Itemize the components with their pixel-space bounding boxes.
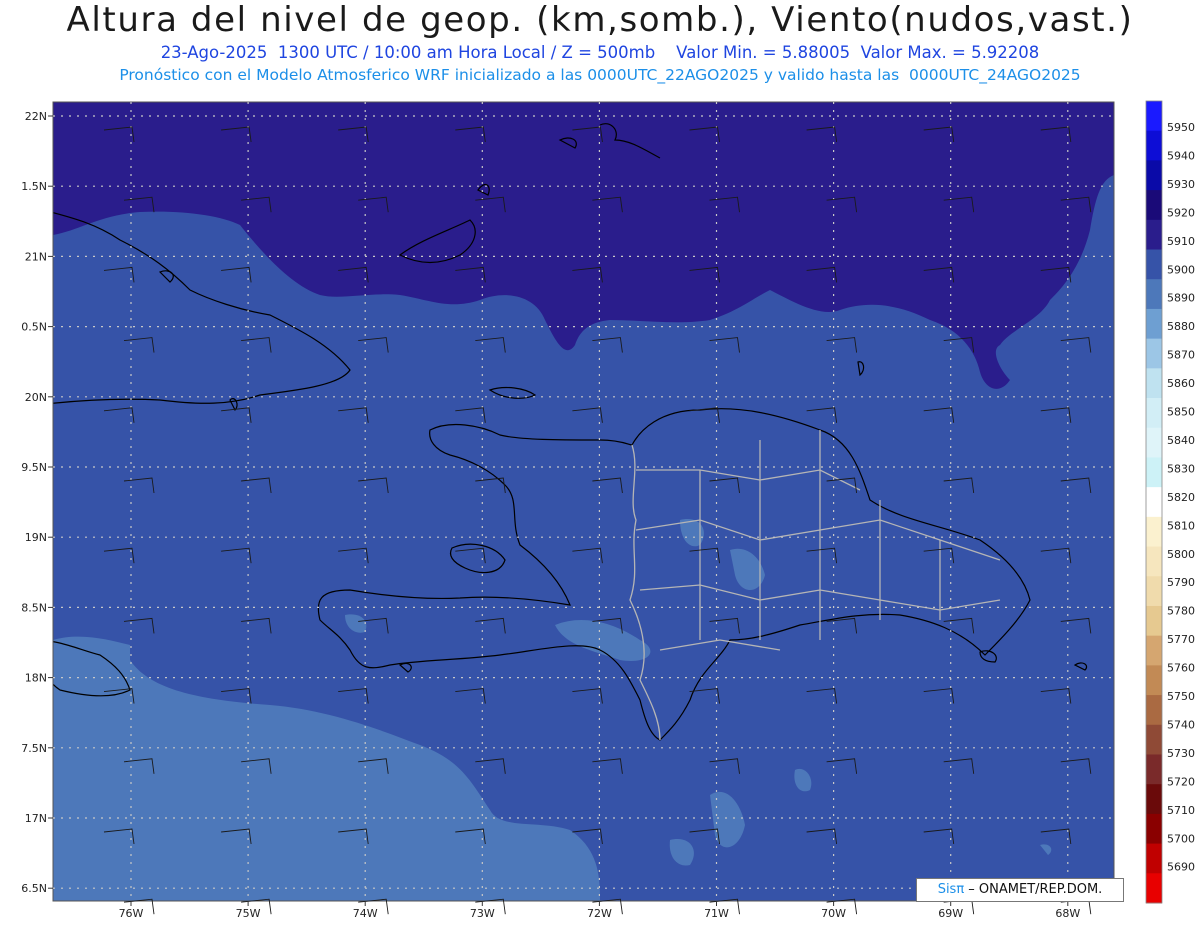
- lon-label: 74W: [353, 907, 378, 920]
- latitude-labels: 22N 1.5N 21N 0.5N 20N 9.5N 19N 8.5N 18N 7.5N 17N 6.…: [21, 110, 53, 895]
- colorbar-label: 5870: [1167, 349, 1195, 362]
- colorbar-swatch: [1146, 427, 1162, 458]
- colorbar-swatch: [1146, 873, 1162, 904]
- lat-label: 8.5N: [21, 601, 47, 614]
- geopotential-fill: [53, 102, 1114, 901]
- colorbar-swatch: [1146, 249, 1162, 280]
- colorbar-label: 5880: [1167, 320, 1195, 333]
- colorbar-label: 5700: [1167, 832, 1195, 845]
- colorbar-label: 5820: [1167, 491, 1195, 504]
- colorbar-swatch: [1146, 546, 1162, 577]
- colorbar-swatch: [1146, 219, 1162, 251]
- colorbar-label: 5730: [1167, 747, 1195, 760]
- lat-label: 21N: [25, 250, 47, 263]
- colorbar-label: 5740: [1167, 718, 1195, 731]
- colorbar-label: 5780: [1167, 605, 1195, 618]
- colorbar-swatch: [1146, 398, 1162, 429]
- colorbar-label: 5770: [1167, 633, 1195, 646]
- colorbar-label: 5850: [1167, 406, 1195, 419]
- credit-text: – ONAMET/REP.DOM.: [964, 882, 1103, 897]
- lon-label: 72W: [587, 907, 612, 920]
- lon-label: 75W: [236, 907, 261, 920]
- lat-label: 9.5N: [21, 461, 47, 474]
- colorbar-swatch: [1146, 516, 1162, 548]
- colorbar-swatch: [1146, 101, 1162, 132]
- lat-label: 1.5N: [21, 180, 47, 193]
- colorbar-label: 5810: [1167, 519, 1195, 532]
- forecast-map: 22N 1.5N 21N 0.5N 20N 9.5N 19N 8.5N 18N 7.5N 17N 6.…: [21, 100, 1195, 920]
- lat-label: 7.5N: [21, 742, 47, 755]
- colorbar-swatch: [1146, 813, 1162, 845]
- colorbar-label: 5750: [1167, 690, 1195, 703]
- credit-box: Sisπ – ONAMET/REP.DOM.: [916, 878, 1124, 902]
- lon-label: 70W: [821, 907, 846, 920]
- colorbar-label: 5800: [1167, 548, 1195, 561]
- colorbar-swatch: [1146, 784, 1162, 815]
- colorbar-swatch: [1146, 695, 1162, 726]
- lat-label: 0.5N: [21, 321, 47, 334]
- colorbar-label: 5920: [1167, 206, 1195, 219]
- colorbar-swatch: [1146, 635, 1162, 666]
- colorbar-label: 5710: [1167, 804, 1195, 817]
- colorbar-label: 5720: [1167, 775, 1195, 788]
- lon-label: 73W: [470, 907, 495, 920]
- lat-label: 6.5N: [21, 882, 47, 895]
- colorbar-label: 5830: [1167, 462, 1195, 475]
- lat-label: 22N: [25, 110, 47, 123]
- colorbar-label: 5950: [1167, 121, 1195, 134]
- lon-label: 68W: [1055, 907, 1080, 920]
- colorbar-swatch: [1146, 605, 1162, 637]
- colorbar-label: 5910: [1167, 235, 1195, 248]
- lat-label: 19N: [25, 531, 47, 544]
- colorbar-swatch: [1146, 190, 1162, 221]
- lon-label: 69W: [938, 907, 963, 920]
- colorbar-swatch: [1146, 843, 1162, 874]
- colorbar-label: 5790: [1167, 576, 1195, 589]
- colorbar-label: 5860: [1167, 377, 1195, 390]
- colorbar-swatch: [1146, 665, 1162, 696]
- colorbar-swatch: [1146, 487, 1162, 518]
- colorbar-label: 5840: [1167, 434, 1195, 447]
- colorbar-label: 5760: [1167, 662, 1195, 675]
- colorbar-label: 5690: [1167, 861, 1195, 874]
- lat-label: 18N: [25, 672, 47, 685]
- colorbar-swatch: [1146, 754, 1162, 785]
- lat-label: 20N: [25, 391, 47, 404]
- colorbar-swatch: [1146, 130, 1162, 161]
- longitude-labels: 76W 75W 74W 73W 72W 71W 70W 69W 68W: [119, 901, 1080, 920]
- colorbar: 5950 5940 5930 5920 5910 5900 5890 5880 5870 5860…: [1145, 100, 1195, 904]
- colorbar-label: 5930: [1167, 178, 1195, 191]
- colorbar-swatch: [1146, 338, 1162, 369]
- lon-label: 71W: [704, 907, 729, 920]
- colorbar-swatch: [1146, 724, 1162, 755]
- colorbar-label: 5940: [1167, 149, 1195, 162]
- lat-label: 17N: [25, 812, 47, 825]
- colorbar-swatch: [1146, 308, 1162, 340]
- colorbar-swatch: [1146, 279, 1162, 310]
- colorbar-label: 5900: [1167, 263, 1195, 276]
- colorbar-label: 5890: [1167, 292, 1195, 305]
- colorbar-swatch: [1146, 576, 1162, 607]
- colorbar-swatch: [1146, 457, 1162, 488]
- lon-label: 76W: [119, 907, 144, 920]
- colorbar-swatch: [1146, 160, 1162, 191]
- credit-logo: Sisπ: [937, 882, 965, 897]
- colorbar-swatch: [1146, 368, 1162, 399]
